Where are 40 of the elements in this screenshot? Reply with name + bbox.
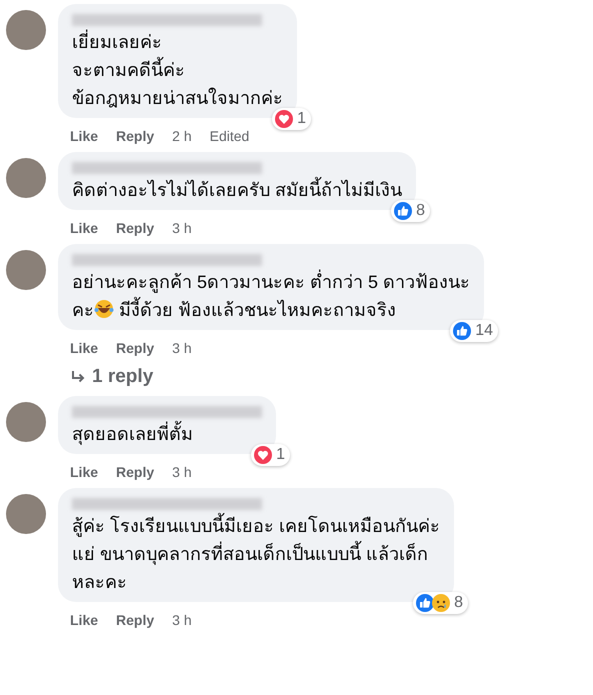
- avatar[interactable]: [6, 10, 46, 50]
- reply-link[interactable]: Reply: [116, 220, 154, 236]
- reaction-count[interactable]: 8: [413, 592, 468, 614]
- view-replies-link[interactable]: 1 reply: [70, 366, 154, 388]
- like-link[interactable]: Like: [70, 128, 98, 144]
- thumbs-up-icon: [453, 322, 472, 340]
- avatar[interactable]: [6, 402, 46, 442]
- comment-text: ข้อกฎหมายน่าสนใจมากค่ะ: [72, 86, 283, 110]
- avatar[interactable]: [6, 250, 46, 290]
- comment-text: อย่านะคะลูกค้า 5ดาวมานะคะ ต่ำกว่า 5 ดาวฟ้องนะ: [72, 268, 470, 296]
- comment-text: จะตามคดีนี้ค่ะ: [72, 56, 283, 84]
- like-link[interactable]: Like: [70, 464, 98, 480]
- reply-link[interactable]: Reply: [116, 128, 154, 144]
- reaction-count[interactable]: 1: [251, 444, 290, 466]
- reply-link[interactable]: Reply: [116, 464, 154, 480]
- comment-text: เยี่ยมเลยค่ะ: [72, 28, 283, 56]
- like-link[interactable]: Like: [70, 220, 98, 236]
- comment-text: สู้ค่ะ โรงเรียนแบบนี้มีเยอะ เคยโดนเหมือนกันค่ะ: [72, 512, 440, 540]
- comment-time[interactable]: 2 h: [172, 128, 192, 144]
- reply-link[interactable]: Reply: [116, 340, 154, 356]
- laughing-emoji-icon: [94, 299, 114, 319]
- edited-label: Edited: [210, 128, 250, 144]
- like-link[interactable]: Like: [70, 340, 98, 356]
- reaction-count[interactable]: 14: [450, 320, 498, 342]
- comment-time[interactable]: 3 h: [172, 340, 192, 356]
- thumbs-up-icon: [416, 594, 434, 612]
- thumbs-up-icon: [394, 202, 412, 220]
- reply-arrow-icon: [70, 369, 86, 385]
- reaction-count[interactable]: 1: [272, 108, 311, 130]
- comment-text: แย่ ขนาดบุคลากรที่สอนเด็กเป็นแบบนี้ แล้วเด็ก: [72, 540, 440, 568]
- crying-emoji-icon: [432, 594, 450, 612]
- avatar[interactable]: [6, 158, 46, 198]
- like-link[interactable]: Like: [70, 612, 98, 628]
- comment-time[interactable]: 3 h: [172, 464, 192, 480]
- avatar[interactable]: [6, 494, 46, 534]
- reply-link[interactable]: Reply: [116, 612, 154, 628]
- reaction-count[interactable]: 8: [391, 200, 430, 222]
- comment-text: หละคะ: [72, 571, 128, 594]
- comment-time[interactable]: 3 h: [172, 220, 192, 236]
- comment-time[interactable]: 3 h: [172, 612, 192, 628]
